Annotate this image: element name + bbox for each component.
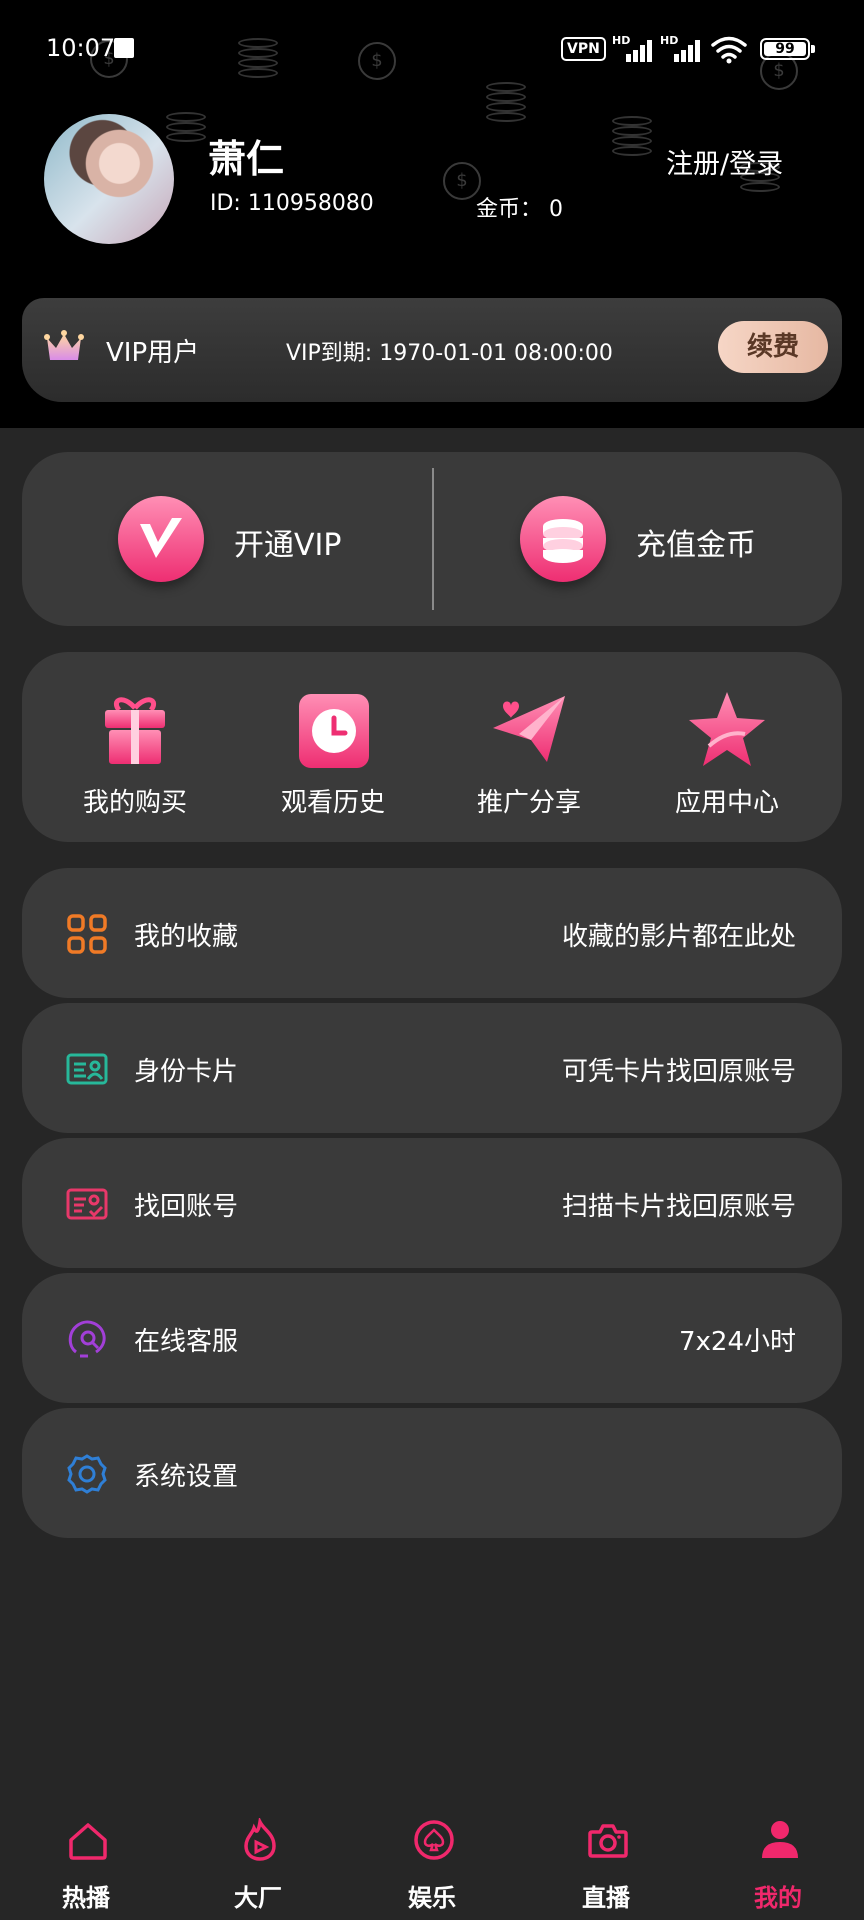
watch-history-button[interactable]: 观看历史 [248,652,418,842]
menu-row-title: 找回账号 [134,1192,239,1222]
open-vip-label: 开通VIP [234,528,342,563]
watch-history-label: 观看历史 [280,788,385,818]
id-card-icon [66,1053,108,1085]
register-login-link[interactable]: 注册/登录 [666,142,783,181]
coin-stack-decoration-icon [612,116,652,160]
gift-icon [105,697,165,764]
crown-icon [44,330,84,360]
menu-row-title: 系统设置 [134,1462,239,1492]
clock-icon [299,694,369,768]
promote-share-label: 推广分享 [476,788,581,818]
promote-share-button[interactable]: 推广分享 [444,652,614,842]
person-icon [762,1821,798,1858]
flame-play-icon [244,1818,276,1861]
status-bar: 10:07 VPN HD HD 99 [0,0,864,100]
menu-row-description: 可凭卡片找回原账号 [561,1057,796,1087]
hd-label: HD [660,34,679,47]
notification-icon [114,38,134,58]
my-purchases-label: 我的购买 [82,788,187,818]
avatar[interactable] [44,114,174,244]
coin-stack-icon [520,496,606,582]
menu-row-description: 收藏的影片都在此处 [561,922,796,952]
battery-level: 99 [775,41,795,57]
status-time: 10:07 [46,34,116,62]
tab-label: 大厂 [234,1884,282,1912]
wifi-icon [711,36,747,64]
spade-icon [414,1820,454,1860]
coin-balance: 金币： 0 [476,197,563,222]
coin-stack-decoration-icon [166,112,206,156]
open-vip-button[interactable]: 开通VIP [22,452,432,626]
feature-grid-card: 我的购买 观看历史 推广分享 应用中心 [22,652,842,842]
grid-icon [67,914,107,954]
tab-label: 娱乐 [408,1884,456,1912]
menu-row-customer-service[interactable]: 在线客服 7x24小时 [22,1273,842,1403]
vip-badge-icon [118,496,204,582]
vip-user-label: VIP用户 [106,338,200,368]
tab-studios[interactable]: 大厂 [198,1800,318,1920]
user-id: ID: 110958080 [210,191,374,216]
menu-row-title: 在线客服 [134,1327,239,1357]
app-center-button[interactable]: 应用中心 [642,652,812,842]
menu-row-description: 扫描卡片找回原账号 [561,1192,796,1222]
signal-icon: HD [660,34,704,62]
gear-icon [67,1454,107,1494]
tab-hot[interactable]: 热播 [26,1800,146,1920]
profile-header: $ $ $ $ 10:07 VPN HD HD 99 萧仁 ID: 110958… [0,0,864,428]
renew-button[interactable]: 续费 [718,321,828,373]
app-center-label: 应用中心 [674,788,779,818]
signal-icon: HD [612,34,656,62]
hd-label: HD [612,34,631,47]
my-purchases-button[interactable]: 我的购买 [50,652,220,842]
vpn-icon: VPN [561,37,606,61]
home-icon [69,1823,107,1860]
battery-icon: 99 [760,38,815,60]
menu-row-recover-account[interactable]: 找回账号 扫描卡片找回原账号 [22,1138,842,1268]
tab-label: 直播 [582,1884,630,1912]
card-recover-icon [66,1188,108,1220]
headset-icon [68,1320,106,1358]
star-icon [689,692,765,766]
username: 萧仁 [208,137,285,181]
quick-actions-card: 开通VIP 充值金币 [22,452,842,626]
tab-label: 我的 [754,1884,802,1912]
menu-row-identity-card[interactable]: 身份卡片 可凭卡片找回原账号 [22,1003,842,1133]
recharge-coins-button[interactable]: 充值金币 [434,452,842,626]
vip-status-bar: VIP用户 VIP到期: 1970-01-01 08:00:00 续费 [22,298,842,402]
vip-expiry-text: VIP到期: 1970-01-01 08:00:00 [286,341,613,366]
bottom-tab-bar: 热播 大厂 娱乐 直播 我的 [0,1800,864,1920]
tab-label: 热播 [62,1884,110,1912]
tab-entertainment[interactable]: 娱乐 [372,1800,492,1920]
camera-icon [588,1824,628,1858]
menu-row-settings[interactable]: 系统设置 [22,1408,842,1538]
tab-live[interactable]: 直播 [546,1800,666,1920]
menu-row-title: 我的收藏 [134,922,239,952]
tab-mine[interactable]: 我的 [718,1800,838,1920]
menu-row-description: 7x24小时 [678,1327,796,1357]
recharge-coins-label: 充值金币 [636,528,756,563]
menu-row-favorites[interactable]: 我的收藏 收藏的影片都在此处 [22,868,842,998]
menu-row-title: 身份卡片 [134,1057,239,1087]
paper-plane-icon [493,696,565,762]
